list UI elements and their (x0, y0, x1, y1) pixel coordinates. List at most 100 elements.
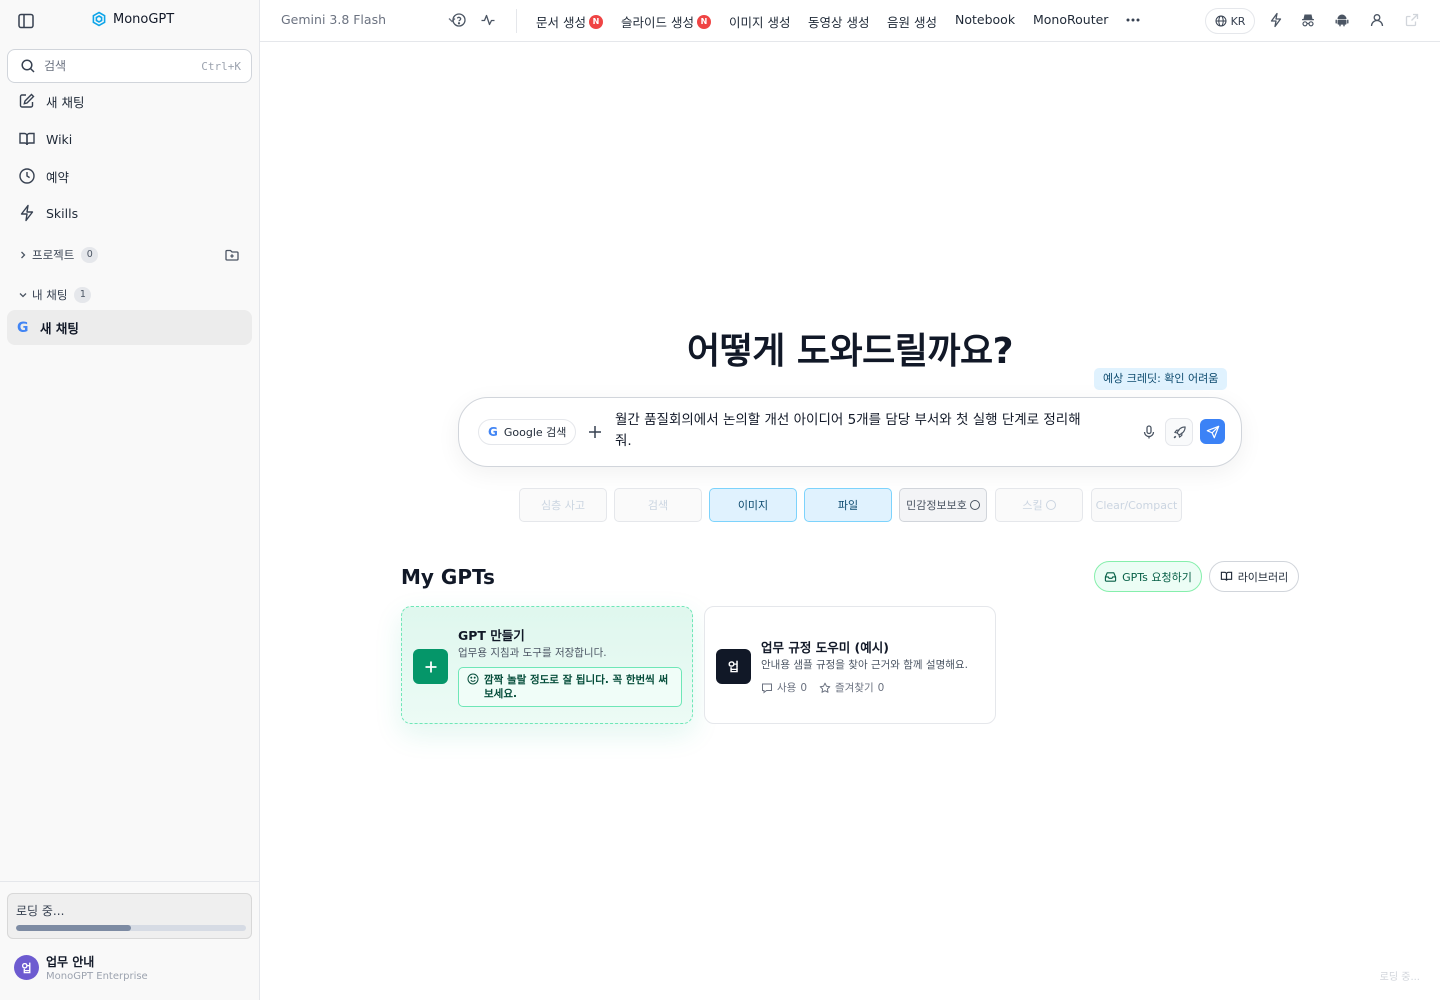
projects-count: 0 (81, 247, 99, 263)
menu-image-generate[interactable]: 이미지 생성 (729, 12, 790, 31)
google-g-icon: G (17, 319, 29, 336)
sidebar-item-wiki[interactable]: Wiki (7, 122, 252, 156)
bolt-icon (18, 204, 36, 222)
chip-deep-thinking[interactable]: 심층 사고 (519, 488, 607, 522)
search-input[interactable] (44, 59, 194, 73)
model-selector[interactable]: Gemini 3.8 Flash (281, 12, 456, 27)
uses-label: 사용 (777, 682, 797, 694)
search-shortcut: Ctrl+K (201, 59, 241, 73)
corner-status: 로딩 중... (1379, 972, 1420, 983)
menu-monorouter[interactable]: MonoRouter (1033, 12, 1108, 27)
language-label: KR (1230, 14, 1246, 28)
credit-estimate-badge: 예상 크레딧: 확인 어려움 (1094, 368, 1228, 390)
microphone-icon[interactable] (1141, 424, 1157, 440)
menu-label: 동영상 생성 (808, 15, 870, 30)
menu-label: 이미지 생성 (729, 15, 791, 30)
user-profile[interactable]: 업 업무 안내 MonoGPT Enterprise (14, 953, 148, 982)
pencil-square-icon (18, 92, 36, 110)
gpts-request-button[interactable]: GPTs 요청하기 (1094, 561, 1202, 592)
card-tip: 깜짝 놀랄 정도로 잘 됩니다. 꼭 한번씩 써보세요. (458, 667, 682, 707)
menu-video-generate[interactable]: 동영상 생성 (808, 12, 869, 31)
clock-icon (18, 167, 36, 185)
chip-privacy-protection[interactable]: 민감정보보호 (899, 488, 987, 522)
chat-title: 새 채팅 (40, 321, 79, 336)
chip-skill[interactable]: 스킬 (995, 488, 1083, 522)
chip-clear-compact[interactable]: Clear/Compact (1091, 488, 1182, 522)
help-circle-icon[interactable] (451, 12, 467, 28)
android-icon[interactable] (1334, 12, 1350, 28)
sidebar-item-label: Wiki (46, 131, 73, 147)
incognito-icon[interactable] (1300, 12, 1316, 28)
inbox-icon (1104, 570, 1117, 583)
rocket-icon (1172, 425, 1187, 440)
brand-name: MonoGPT (113, 11, 175, 27)
prompt-input[interactable]: 월간 품질회의에서 논의할 개선 아이디어 5개를 담당 부서와 첫 실행 단계… (615, 410, 1095, 452)
gpt-avatar: 업 (716, 649, 751, 684)
menu-label: 문서 생성 (536, 15, 586, 30)
globe-icon (1215, 15, 1227, 27)
divider (0, 881, 260, 882)
create-gpt-card[interactable]: GPT 만들기 업무용 지침과 도구를 저장합니다. 깜짝 놀랄 정도로 잘 됩… (401, 606, 693, 724)
loading-text: 로딩 중... (16, 904, 65, 918)
menu-label: 음원 생성 (887, 15, 937, 30)
chat-list-item[interactable]: G 새 채팅 (7, 310, 252, 345)
menu-slide-generate[interactable]: 슬라이드 생성 N (621, 12, 711, 31)
card-title: 업무 규정 도우미 (예시) (761, 640, 889, 655)
sidebar-item-schedule[interactable]: 예약 (7, 159, 252, 193)
user-org: MonoGPT Enterprise (46, 971, 148, 982)
star-icon (819, 682, 831, 694)
gpt-card[interactable]: 업 업무 규정 도우미 (예시) 안내용 샘플 규정을 찾아 근거와 함께 설명… (704, 606, 996, 724)
projects-label: 프로젝트 (32, 248, 75, 262)
sidebar-item-new-chat[interactable]: 새 채팅 (7, 84, 252, 118)
new-folder-icon[interactable] (224, 247, 240, 263)
rocket-button[interactable] (1165, 418, 1193, 446)
card-title: GPT 만들기 (458, 628, 525, 643)
user-name: 업무 안내 (46, 955, 95, 969)
bolt-icon[interactable] (1268, 12, 1284, 28)
chip-label: 이미지 (737, 499, 769, 512)
activity-icon[interactable] (480, 12, 496, 28)
smile-icon (467, 673, 479, 706)
sidebar-toggle-icon[interactable] (17, 12, 35, 30)
send-button[interactable] (1200, 419, 1225, 444)
plus-icon[interactable] (586, 423, 604, 441)
card-description: 안내용 샘플 규정을 찾아 근거와 함께 설명해요. (761, 659, 968, 671)
google-search-chip[interactable]: G Google 검색 (478, 419, 577, 445)
menu-document-generate[interactable]: 문서 생성 N (536, 12, 603, 31)
message-icon (761, 682, 773, 694)
menu-label: MonoRouter (1033, 12, 1109, 27)
sidebar-item-label: 새 채팅 (46, 94, 85, 110)
toggle-ring-icon (1045, 500, 1056, 510)
user-icon[interactable] (1369, 12, 1385, 28)
chats-count: 1 (74, 287, 92, 303)
language-button[interactable]: KR (1205, 8, 1255, 34)
chip-label: 검색 (647, 499, 669, 512)
chip-search[interactable]: 검색 (614, 488, 702, 522)
chip-file[interactable]: 파일 (804, 488, 892, 522)
uses-count: 0 (800, 681, 808, 694)
send-icon (1206, 425, 1220, 439)
avatar: 업 (14, 955, 39, 980)
external-link-icon[interactable] (1404, 12, 1420, 28)
sidebar: MonoGPT Ctrl+K 새 채팅 Wiki 예약 Skills (0, 0, 260, 1000)
toggle-ring-icon (969, 500, 980, 510)
search-box[interactable]: Ctrl+K (7, 49, 252, 83)
sidebar-item-skills[interactable]: Skills (7, 196, 252, 230)
chip-image[interactable]: 이미지 (709, 488, 797, 522)
menu-notebook[interactable]: Notebook (955, 12, 1015, 27)
library-button[interactable]: 라이브러리 (1209, 561, 1299, 592)
chip-label: 심층 사고 (541, 499, 585, 512)
projects-section-header[interactable]: 프로젝트 0 (18, 247, 99, 263)
my-gpts-heading: My GPTs (401, 565, 495, 589)
button-label: GPTs 요청하기 (1122, 570, 1192, 584)
menu-audio-generate[interactable]: 음원 생성 (887, 12, 937, 31)
page-title: 어떻게 도와드릴까요? (687, 331, 1014, 372)
chats-section-header[interactable]: 내 채팅 1 (18, 287, 92, 303)
more-horizontal-icon[interactable] (1125, 12, 1141, 28)
tip-text: 깜짝 놀랄 정도로 잘 됩니다. 꼭 한번씩 써보세요. (484, 674, 669, 700)
book-icon (1220, 570, 1233, 583)
chip-label: Google 검색 (503, 426, 567, 439)
chip-label: 스킬 (1022, 499, 1043, 512)
topbar: Gemini 3.8 Flash 문서 생성 N 슬라이드 생성 N 이미지 생… (260, 0, 1440, 42)
brand[interactable]: MonoGPT (91, 11, 174, 27)
